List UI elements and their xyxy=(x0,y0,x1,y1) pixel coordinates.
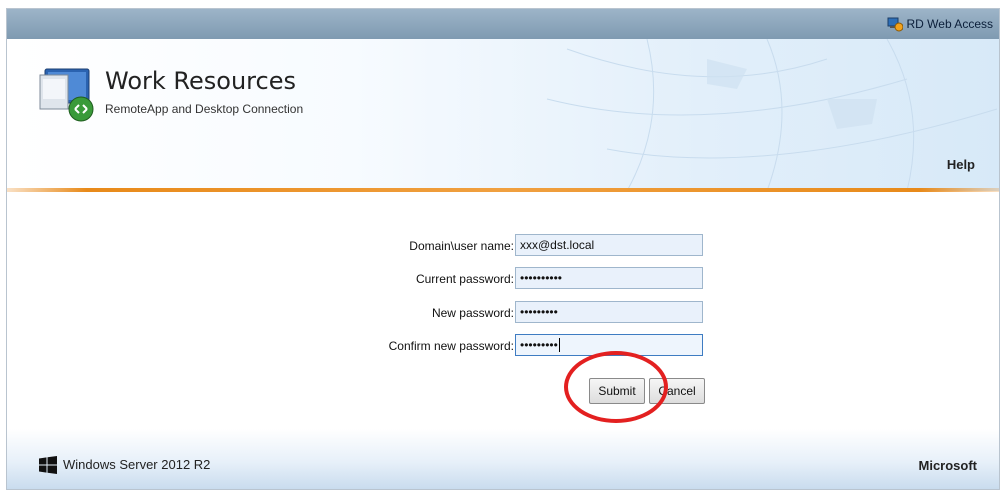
current-password-value: •••••••••• xyxy=(520,271,563,285)
rd-web-access-label: RD Web Access xyxy=(906,17,993,31)
vendor-name: Microsoft xyxy=(918,458,978,473)
help-link[interactable]: Help xyxy=(947,157,975,172)
confirm-password-label: Confirm new password: xyxy=(388,339,514,353)
current-password-row: Current password: •••••••••• xyxy=(307,267,707,291)
domain-user-value: xxx@dst.local xyxy=(520,238,595,252)
text-caret xyxy=(558,338,560,352)
current-password-label: Current password: xyxy=(415,272,514,286)
page-subtitle: RemoteApp and Desktop Connection xyxy=(105,102,304,116)
domain-user-input[interactable]: xxx@dst.local xyxy=(515,234,703,256)
header-divider xyxy=(7,188,999,192)
new-password-row: New password: ••••••••• xyxy=(307,301,707,325)
confirm-password-value: ••••••••• xyxy=(520,338,558,352)
domain-user-row: Domain\user name: xxx@dst.local xyxy=(307,234,707,258)
current-password-input[interactable]: •••••••••• xyxy=(515,267,703,289)
confirm-password-row: Confirm new password: ••••••••• xyxy=(307,334,707,358)
rd-web-access-link[interactable]: RD Web Access xyxy=(887,16,993,32)
new-password-value: ••••••••• xyxy=(520,305,558,319)
domain-user-label: Domain\user name: xyxy=(409,239,514,253)
rd-web-access-window: RD Web Access Work Resources RemoteApp a… xyxy=(6,8,1000,490)
page-title: Work Resources xyxy=(105,67,296,95)
rd-web-access-icon xyxy=(887,17,903,32)
new-password-input[interactable]: ••••••••• xyxy=(515,301,703,323)
annotation-circle xyxy=(564,351,668,423)
product-name: Windows Server 2012 R2 xyxy=(63,457,211,472)
remoteapp-icon xyxy=(39,68,94,122)
page-header: Work Resources RemoteApp and Desktop Con… xyxy=(7,39,999,191)
new-password-label: New password: xyxy=(431,306,514,320)
page-footer: Windows Server 2012 R2 Microsoft xyxy=(7,429,999,489)
windows-logo-icon xyxy=(39,456,57,474)
top-bar: RD Web Access xyxy=(7,9,999,39)
